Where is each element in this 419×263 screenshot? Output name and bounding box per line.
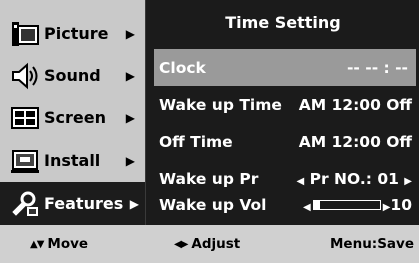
hint-save-label: Menu:Save (330, 236, 414, 252)
screen-icon (8, 103, 42, 133)
chevron-right-icon: ▶ (129, 196, 139, 211)
menu-item-install[interactable]: Install ▶ (0, 139, 145, 182)
menu-item-sound[interactable]: Sound ▶ (0, 54, 145, 97)
menu-item-label: Picture (44, 24, 109, 43)
chevron-right-icon: ▶ (125, 110, 135, 125)
setting-label: Wake up Vol (159, 195, 267, 214)
volume-slider[interactable] (312, 200, 381, 210)
left-right-arrows-icon: ◀▶ (174, 238, 188, 250)
off-time-value: AM 12:00 Off (298, 132, 412, 151)
setting-row-off-time[interactable]: Off Time AM 12:00 Off (154, 123, 416, 160)
setting-row-wake-up-vol[interactable]: Wake up Vol ◀ ▶10 (154, 186, 416, 223)
menu-item-features[interactable]: Features ▶ (0, 182, 145, 225)
setting-label: Wake up Pr (159, 169, 259, 188)
hint-adjust-label: Adjust (191, 236, 241, 252)
setting-row-wake-up-time[interactable]: Wake up Time AM 12:00 Off (154, 86, 416, 123)
wake-up-time-value: AM 12:00 Off (298, 95, 412, 114)
menu-item-picture[interactable]: Picture ▶ (0, 12, 145, 55)
hint-adjust: ◀▶ Adjust (174, 225, 240, 263)
panel-title: Time Setting (225, 12, 341, 32)
up-down-arrows-icon: ▲▼ (30, 238, 44, 250)
volume-slider-fill (313, 201, 321, 209)
clock-value: -- -- : -- (347, 58, 408, 77)
arrow-right-icon[interactable]: ▶ (404, 176, 412, 187)
help-bar: ▲▼ Move ◀▶ Adjust Menu:Save (0, 225, 419, 263)
time-setting-panel: Time Setting Clock -- -- : -- Wake up Ti… (145, 0, 419, 225)
arrow-left-icon[interactable]: ◀ (297, 176, 305, 187)
setting-label: Wake up Time (159, 95, 282, 114)
tv-osd-menu: Picture ▶ Sound ▶ Screen ▶ Install ▶ Fea… (0, 0, 419, 263)
chevron-right-icon: ▶ (125, 68, 135, 83)
main-menu: Picture ▶ Sound ▶ Screen ▶ Install ▶ Fea… (0, 0, 145, 225)
setting-row-clock[interactable]: Clock -- -- : -- (154, 49, 416, 86)
menu-item-label: Features (44, 194, 124, 213)
wake-up-vol-value: 10 (390, 195, 412, 214)
hint-move: ▲▼ Move (30, 225, 88, 263)
wake-up-vol-control[interactable]: ◀ ▶10 (303, 196, 412, 214)
features-icon (8, 189, 42, 219)
hint-move-label: Move (47, 236, 89, 252)
wake-up-pr-value: Pr NO.: 01 (309, 169, 399, 188)
chevron-right-icon: ▶ (125, 153, 135, 168)
sound-icon (8, 61, 42, 91)
menu-item-screen[interactable]: Screen ▶ (0, 96, 145, 139)
setting-label: Clock (159, 58, 206, 77)
menu-item-label: Sound (44, 66, 101, 85)
menu-item-label: Screen (44, 108, 106, 127)
setting-label: Off Time (159, 132, 233, 151)
picture-icon (8, 19, 42, 49)
hint-save: Menu:Save (330, 225, 414, 263)
install-icon (8, 146, 42, 176)
wake-up-pr-control[interactable]: ◀ Pr NO.: 01 ▶ (297, 170, 412, 188)
menu-item-label: Install (44, 151, 101, 170)
arrow-left-icon[interactable]: ◀ (303, 202, 311, 213)
chevron-right-icon: ▶ (125, 26, 135, 41)
